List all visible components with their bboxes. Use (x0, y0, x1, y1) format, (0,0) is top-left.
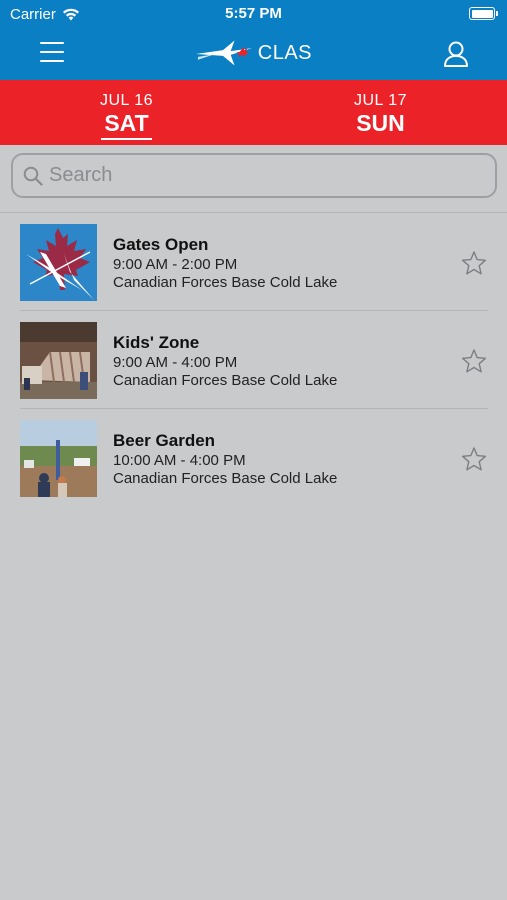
list-item[interactable]: Gates Open 9:00 AM - 2:00 PM Canadian Fo… (0, 213, 507, 311)
status-bar: Carrier 5:57 PM (0, 0, 507, 28)
search-icon (23, 166, 43, 186)
event-location: Canadian Forces Base Cold Lake (113, 372, 338, 389)
kids-zone-image (20, 322, 97, 399)
tab-weekday: SAT (101, 110, 152, 140)
event-time: 9:00 AM - 2:00 PM (113, 256, 238, 273)
event-title: Beer Garden (113, 431, 216, 450)
event-title: Gates Open (113, 235, 209, 254)
nav-bar: CLAS (0, 28, 507, 80)
hamburger-icon (40, 42, 64, 44)
event-list: Gates Open 9:00 AM - 2:00 PM Canadian Fo… (0, 213, 507, 507)
beer-garden-image (20, 420, 97, 497)
event-time: 9:00 AM - 4:00 PM (113, 354, 238, 371)
profile-button[interactable] (443, 40, 469, 68)
menu-button[interactable] (40, 42, 64, 64)
clas-logo: CLAS (196, 36, 312, 70)
clock: 5:57 PM (225, 5, 282, 22)
event-location: Canadian Forces Base Cold Lake (113, 470, 338, 487)
jet-logo-icon (196, 40, 252, 66)
user-icon (444, 41, 468, 67)
hamburger-line (40, 51, 64, 53)
event-thumbnail (20, 420, 97, 497)
list-item[interactable]: Beer Garden 10:00 AM - 4:00 PM Canadian … (0, 409, 507, 507)
hamburger-line (40, 60, 64, 62)
event-location: Canadian Forces Base Cold Lake (113, 274, 338, 291)
tab-day-sun[interactable]: JUL 17 SUN (254, 80, 507, 145)
search-box[interactable] (11, 153, 497, 198)
favorite-star-icon[interactable] (461, 250, 487, 276)
tab-month: JUL 17 (353, 92, 408, 109)
date-tabs: JUL 16 SAT JUL 17 SUN (0, 80, 507, 145)
event-thumbnail (20, 322, 97, 399)
event-thumbnail (20, 224, 97, 301)
search-area (0, 145, 507, 213)
gates-open-image (20, 224, 97, 301)
battery-icon (469, 7, 498, 20)
search-input[interactable] (49, 164, 495, 187)
list-item[interactable]: Kids' Zone 9:00 AM - 4:00 PM Canadian Fo… (0, 311, 507, 409)
favorite-star-icon[interactable] (461, 348, 487, 374)
tab-month: JUL 16 (99, 92, 154, 109)
logo-text: CLAS (257, 41, 312, 64)
event-time: 10:00 AM - 4:00 PM (113, 452, 246, 469)
favorite-star-icon[interactable] (461, 446, 487, 472)
tab-day-sat[interactable]: JUL 16 SAT (0, 80, 253, 145)
event-title: Kids' Zone (113, 333, 200, 352)
tab-weekday: SUN (356, 110, 405, 136)
